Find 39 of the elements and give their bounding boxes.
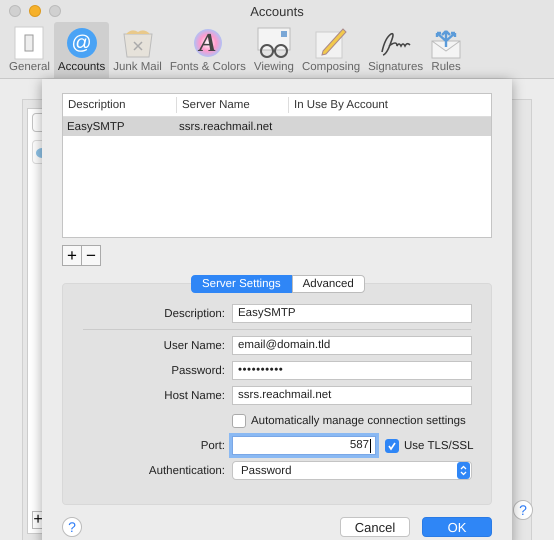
table-cell-text: EasySMTP [66, 120, 126, 132]
field-label: User Name: [162, 340, 226, 352]
help-button[interactable]: ? [62, 517, 82, 537]
checkbox-label: Use TLS/SSL [404, 440, 474, 452]
toolbar-tab[interactable]: Composing [298, 22, 364, 78]
field-label: Host Name: [163, 390, 226, 402]
text-field[interactable]: •••••••••• [232, 361, 472, 380]
toolbar-tab[interactable]: Rules [427, 22, 466, 78]
ok-button[interactable]: OK [422, 517, 492, 537]
cancel-button[interactable]: Cancel [340, 517, 410, 537]
window-title: Accounts [250, 4, 304, 18]
tab[interactable]: Advanced [292, 275, 365, 293]
font-colors-icon: A [194, 29, 222, 57]
toolbar-tab[interactable]: @ Accounts [54, 22, 110, 78]
toolbar-tab[interactable]: Junk Mail [109, 22, 166, 78]
at-icon: @ [66, 28, 97, 58]
field-label: Description: [163, 308, 226, 320]
text-field[interactable]: EasySMTP [232, 304, 472, 323]
field-label: Port: [200, 440, 226, 452]
field-label: Authentication: [148, 464, 226, 476]
toolbar-tab[interactable]: Viewing [250, 22, 298, 78]
toolbar-tab[interactable]: Signatures [364, 22, 428, 78]
authentication-dropdown[interactable]: Password [232, 461, 472, 480]
field-label: Password: [170, 364, 226, 376]
checkbox-label: Automatically manage connection settings [251, 414, 466, 426]
text-field[interactable]: ssrs.reachmail.net [232, 386, 472, 405]
table-cell-text: ssrs.reachmail.net [178, 120, 274, 132]
column-header[interactable]: Description [63, 97, 177, 113]
tab[interactable]: Server Settings [191, 275, 292, 293]
text-field[interactable]: email@domain.tld [232, 336, 472, 355]
column-header[interactable]: In Use By Account [289, 97, 491, 113]
add-button[interactable]: + [62, 245, 82, 266]
port-field[interactable]: 587 [232, 436, 376, 455]
column-header[interactable]: Server Name [177, 97, 289, 113]
toolbar-tab[interactable]: General [5, 22, 54, 78]
help-button[interactable]: ? [513, 500, 533, 520]
toolbar-tab[interactable]: A Fonts & Colors [166, 22, 250, 78]
table-row[interactable]: EasySMTP ssrs.reachmail.net [63, 117, 491, 136]
remove-button[interactable]: − [81, 245, 101, 266]
